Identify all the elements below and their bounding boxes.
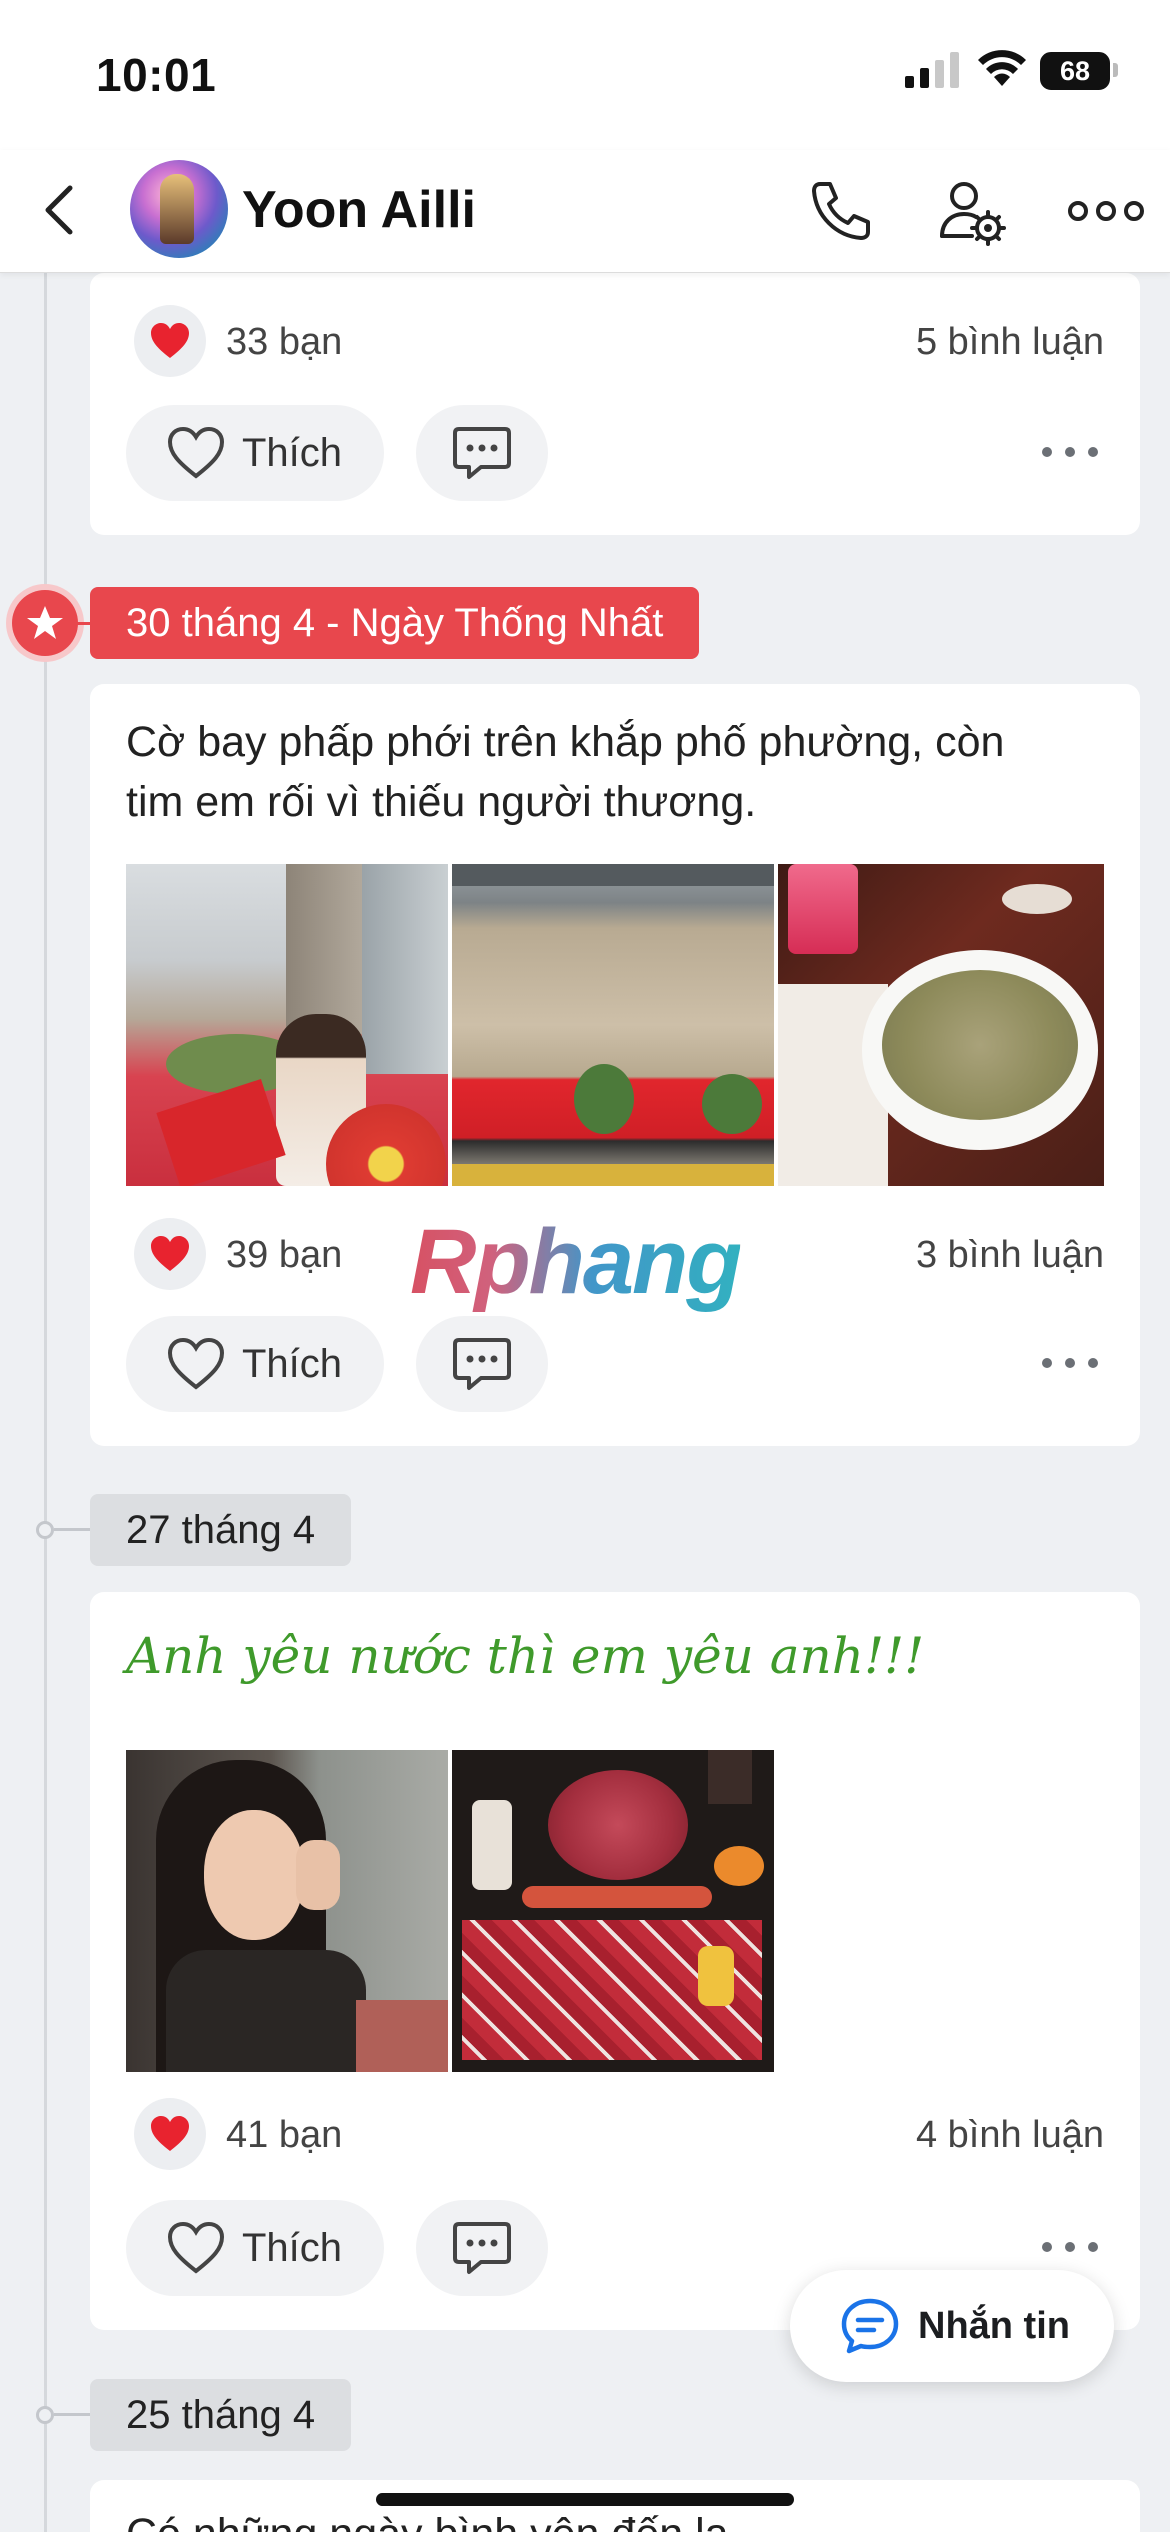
post-text: Cờ bay phấp phới trên khắp phố phường, c… [126,718,1005,766]
heart-reaction-icon[interactable] [134,1218,206,1290]
timeline-connector [54,1528,92,1531]
profile-header: Yoon Ailli [0,150,1170,273]
post-more-icon[interactable] [1042,2242,1098,2256]
reaction-count[interactable]: 39 bạn [226,1234,342,1277]
post-photo[interactable] [452,864,774,1186]
comment-icon [453,427,511,479]
status-time: 10:01 [96,49,217,101]
comment-icon [453,1338,511,1390]
post-card: 33 bạn 5 bình luận Thích [90,273,1140,535]
post-more-icon[interactable] [1042,1358,1098,1372]
timeline-dot [36,1521,54,1539]
post-photo[interactable] [126,1750,448,2072]
heart-reaction-icon[interactable] [134,305,206,377]
comment-count[interactable]: 3 bình luận [916,1234,1104,1277]
wifi-icon [978,50,1026,86]
profile-name[interactable]: Yoon Ailli [242,180,476,240]
comment-count[interactable]: 5 bình luận [916,321,1104,364]
post-card: Anh yêu nước thì em yêu anh!!! 41 bạn 4 … [90,1592,1140,2330]
back-arrow-icon[interactable] [38,180,82,240]
home-indicator[interactable] [376,2493,794,2506]
more-options-icon[interactable] [1066,172,1146,250]
signal-icon [905,52,959,88]
post-card: Cờ bay phấp phới trên khắp phố phường, c… [90,684,1140,1446]
reaction-count[interactable]: 41 bạn [226,2114,342,2157]
star-marker-icon [12,590,78,656]
comment-button[interactable] [416,2200,548,2296]
user-settings-icon[interactable] [932,172,1010,250]
heart-outline-icon [167,426,225,479]
timeline-dot [36,2406,54,2424]
timeline-connector [54,2413,92,2416]
battery-icon: 68 [1040,52,1110,90]
heart-reaction-icon[interactable] [134,2098,206,2170]
post-card: Có những ngày bình yên đến lạ [90,2480,1140,2532]
status-bar: 10:01 68 [0,0,1170,150]
comment-button[interactable] [416,1316,548,1412]
post-text: Có những ngày bình yên đến lạ [126,2504,729,2532]
post-text: Anh yêu nước thì em yêu anh!!! [126,1627,925,1685]
comment-button[interactable] [416,405,548,501]
date-tag: 30 tháng 4 - Ngày Thống Nhất [90,587,700,659]
heart-outline-icon [167,2221,225,2274]
like-button[interactable]: Thích [126,405,384,501]
date-tag: 25 tháng 4 [90,2379,352,2451]
post-text: tim em rối vì thiếu người thương. [126,778,757,826]
battery-tip [1113,63,1118,77]
post-photo[interactable] [126,864,448,1186]
watermark-logo: Rphang [410,1211,742,1313]
phone-icon[interactable] [800,172,878,250]
post-photo[interactable] [778,864,1104,1186]
heart-outline-icon [167,1337,225,1390]
message-label: Nhắn tin [918,2304,1070,2347]
like-label: Thích [242,2225,343,2270]
avatar[interactable] [130,160,228,258]
chat-bubble-icon [841,2298,899,2354]
like-button[interactable]: Thích [126,1316,384,1412]
like-label: Thích [242,1341,343,1386]
post-more-icon[interactable] [1042,447,1098,461]
like-label: Thích [242,430,343,475]
post-photo[interactable] [452,1750,774,2072]
comment-icon [453,2222,511,2274]
like-button[interactable]: Thích [126,2200,384,2296]
comment-count[interactable]: 4 bình luận [916,2114,1104,2157]
reaction-count[interactable]: 33 bạn [226,321,342,364]
message-button[interactable]: Nhắn tin [790,2270,1114,2382]
date-tag: 27 tháng 4 [90,1494,352,1566]
